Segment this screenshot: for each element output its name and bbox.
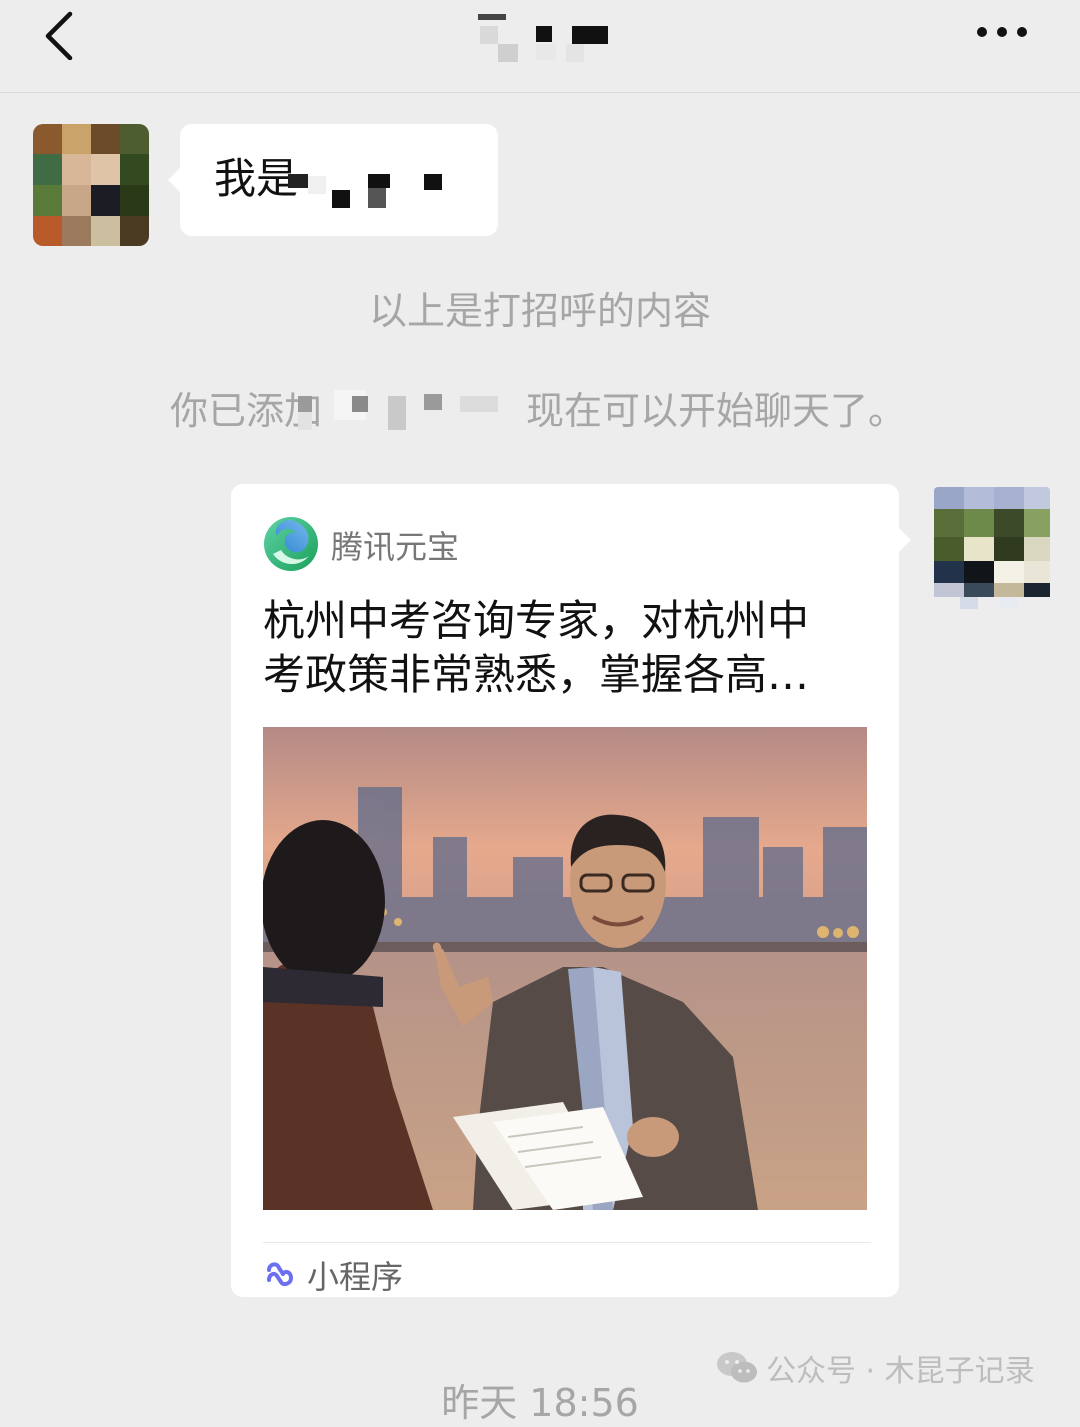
mini-program-footer-label: 小程序 <box>307 1258 404 1296</box>
chevron-left-icon[interactable] <box>36 10 86 60</box>
card-divider <box>263 1242 871 1243</box>
more-horizontal-icon[interactable] <box>972 22 1032 42</box>
mini-program-icon <box>267 1262 294 1287</box>
top-bar <box>0 0 1080 93</box>
mini-program-title-line-1: 杭州中考咨询专家，对杭州中 <box>263 596 810 645</box>
incoming-message-bubble[interactable]: 我是 <box>168 124 498 236</box>
mini-program-card[interactable]: 腾讯元宝 杭州中考咨询专家，对杭州中 考政策非常熟悉，掌握各高… 小程序 <box>231 484 911 1297</box>
mini-program-app-name: 腾讯元宝 <box>331 528 460 566</box>
chat-title-redacted <box>470 14 620 64</box>
mini-program-cover-image <box>263 727 867 1210</box>
message-text: 我是 <box>214 154 299 203</box>
added-name-redacted <box>298 390 498 430</box>
mini-program-title-line-2: 考政策非常熟悉，掌握各高… <box>263 650 810 699</box>
mini-program-title: 杭州中考咨询专家，对杭州中 考政策非常熟悉，掌握各高… <box>263 594 873 702</box>
system-added-suffix: 现在可以开始聊天了。 <box>526 389 907 433</box>
my-avatar[interactable] <box>934 487 1050 609</box>
message-redacted <box>288 174 442 208</box>
yuanbao-logo-icon <box>264 517 318 571</box>
system-greeting-note: 以上是打招呼的内容 <box>368 289 711 333</box>
message-timestamp: 昨天 18:56 <box>441 1381 639 1425</box>
contact-avatar[interactable] <box>33 124 149 246</box>
